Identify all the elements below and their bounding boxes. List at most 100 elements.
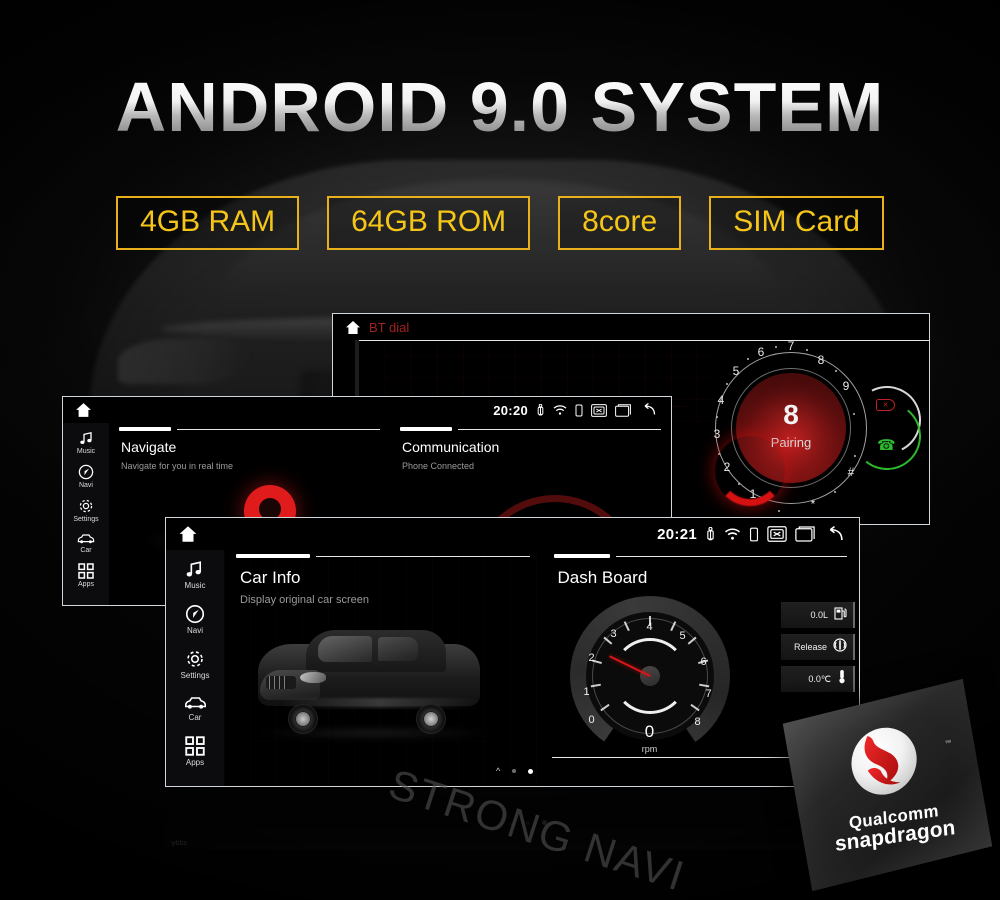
trademark-symbol: ™ [944,739,953,748]
clock-label: 20:21 [657,525,697,543]
home-icon[interactable] [345,320,361,335]
home-icon[interactable] [75,402,92,418]
pane-title: Navigate [121,439,177,455]
bottom-statusbar: 20:21 [657,525,859,543]
rpm-value: 0 [644,722,655,741]
fuel-pump-icon [834,606,847,625]
dial-key-9[interactable]: 9 [843,379,850,393]
x-box-icon[interactable] [767,526,787,542]
sidebar-item-settings[interactable]: Settings [73,498,99,523]
info-row-temperature: 0.0℃ [781,666,855,692]
parking-brake-icon [833,637,847,657]
bottom-sidebar[interactable]: Music Navi Settings Car Apps [166,550,224,786]
sidebar-item-label: Music [184,581,206,590]
info-row-brake: Release [781,634,855,660]
window-icon[interactable] [795,526,815,542]
dial-key-hash[interactable]: # [848,465,855,479]
dial-dot [806,349,808,351]
tach-label-5: 5 [679,630,686,642]
phone-icon [749,527,759,542]
reflection-label: Apps [171,839,187,846]
brake-value: Release [793,642,827,652]
tachometer-gauge: 0 1 2 3 4 5 6 7 8 0 rpm [569,596,730,756]
tach-label-2: 2 [588,652,595,664]
dial-progress-sweep [715,436,785,506]
sidebar-item-navi[interactable]: Navi [185,604,205,635]
bmw-x5-photo [244,626,494,744]
pane-car-info[interactable]: Car Info Display original car screen [224,550,542,786]
sidebar-item-settings[interactable]: Settings [180,649,210,680]
bt-dial-topbar: BT dial [333,314,929,340]
temperature-value: 0.0℃ [808,673,831,684]
call-icon[interactable]: ☎ [877,436,896,454]
dial-dot [778,510,780,512]
spec-chip-list: 4GB RAM 64GB ROM 8core SIM Card [0,196,1000,251]
pane-rule [553,554,847,559]
dial-dot [747,358,749,360]
page-indicator[interactable]: ^ [496,766,534,776]
bt-dial-title: BT dial [369,319,410,335]
sidebar-item-apps[interactable]: Apps [185,736,205,767]
sidebar-item-label: Settings [180,671,210,680]
dial-dot [834,491,836,493]
mid-sidebar[interactable]: Music Navi Settings Car Apps [63,423,109,605]
page-dot-active[interactable] [528,768,534,774]
dial-dot [854,455,856,457]
sidebar-item-label: Settings [73,516,99,523]
sidebar-item-music[interactable]: Music [184,560,206,590]
tach-label-6: 6 [700,656,707,668]
sidebar-item-music[interactable]: Music [77,431,95,455]
mid-statusbar: 20:20 [493,403,671,418]
page-title: ANDROID 9.0 SYSTEM [0,72,1000,142]
hangup-icon[interactable]: ✕ [876,399,895,411]
tach-label-4: 4 [646,621,653,633]
tach-label-1: 1 [583,686,590,698]
bottom-panes: Car Info Display original car screen Das… [224,550,859,786]
sidebar-item-label: Apps [78,581,94,588]
reflection-sidebar: Apps [165,786,211,850]
car-info-dashboard-screen[interactable]: 20:21 Music Navi Settings Car Apps Car I… [165,517,860,787]
pane-rule [400,427,661,432]
back-icon[interactable] [823,525,845,543]
thermometer-icon [837,669,847,689]
bt-dial-top-rule [359,340,929,341]
dial-key-7[interactable]: 7 [788,340,795,353]
sidebar-item-label: Navi [78,482,93,489]
sidebar-item-car[interactable]: Car [77,532,95,554]
dial-digit: 8 [783,399,799,430]
back-icon[interactable] [639,403,657,417]
dial-key-5[interactable]: 5 [733,364,740,378]
pane-title: Communication [402,439,500,455]
dial-dot [726,383,728,385]
sidebar-item-label: Car [80,547,92,554]
sidebar-item-label: Navi [186,626,203,635]
spec-chip-ram: 4GB RAM [116,196,300,251]
dial-key-4[interactable]: 4 [718,393,725,407]
dial-key-star[interactable]: * [811,497,816,511]
wifi-icon [724,527,741,541]
tach-label-3: 3 [610,628,617,640]
bt-dial-keypad[interactable]: 8 Pairing 7 6 5 4 3 2 1 8 9 # * ✕ ☎ [703,340,929,524]
rpm-unit-label: rpm [641,744,658,754]
dial-key-8[interactable]: 8 [818,353,825,367]
bottom-body: Music Navi Settings Car Apps Car Info Di… [166,550,859,786]
pane-rule [119,427,380,432]
usb-icon [705,526,716,542]
sidebar-item-apps[interactable]: Apps [78,563,94,588]
pane-rule [236,554,530,559]
window-icon[interactable] [615,403,631,417]
home-icon[interactable] [178,525,198,543]
x-box-icon[interactable] [591,403,607,417]
dial-dot [775,346,777,348]
page-dot[interactable] [512,769,517,773]
dial-key-6[interactable]: 6 [758,345,765,359]
chevron-up-icon[interactable]: ^ [496,766,500,776]
sidebar-item-navi[interactable]: Navi [78,464,94,489]
dial-dot [716,416,718,418]
tach-label-7: 7 [705,688,712,700]
sidebar-item-car[interactable]: Car [184,694,207,722]
dial-key-3[interactable]: 3 [714,427,721,441]
sidebar-item-label: Apps [185,758,205,767]
snapdragon-s-logo-icon [842,717,925,811]
dial-dot [835,370,837,372]
